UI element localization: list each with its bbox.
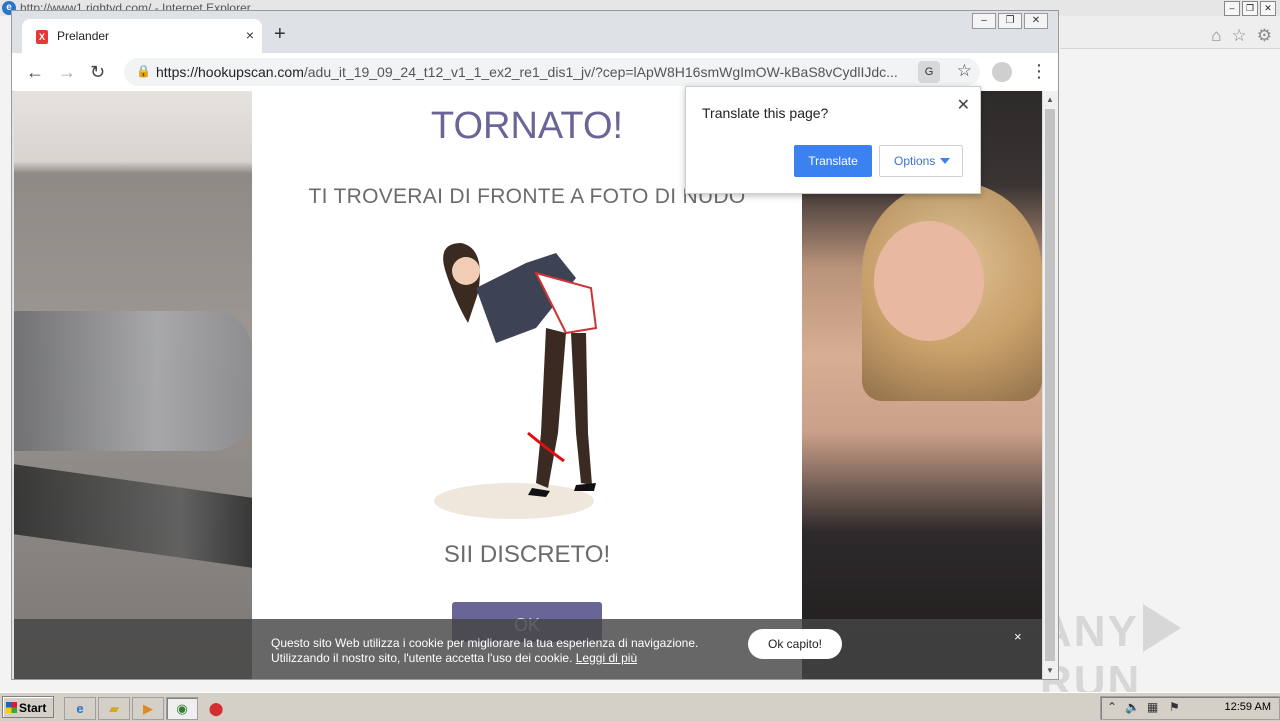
favorites-star-icon[interactable]: ☆	[1232, 26, 1247, 46]
cookie-close-icon[interactable]: ×	[1014, 629, 1022, 644]
scroll-thumb[interactable]	[1045, 109, 1055, 661]
action-center-flag-icon[interactable]: ⚑	[1169, 700, 1180, 714]
ie-window-controls: – ❐ ✕	[1224, 1, 1276, 16]
chrome-taskbar-icon[interactable]: ◉	[166, 697, 198, 720]
discreet-text: SII DISCRETO!	[443, 541, 611, 568]
vacuum-shape	[14, 311, 252, 451]
cookie-banner: Questo sito Web utilizza i cookie per mi…	[14, 619, 1042, 679]
cookie-line-2: Utilizzando il nostro sito, l'utente acc…	[271, 651, 573, 665]
translate-button[interactable]: Translate	[794, 145, 872, 177]
start-label: Start	[19, 701, 47, 715]
chrome-menu-icon[interactable]: ⋮	[1030, 61, 1048, 82]
tab-prelander[interactable]: X Prelander ×	[22, 19, 262, 53]
site-favicon-icon: X	[36, 30, 48, 44]
url-host: https://hookupscan.com	[156, 64, 304, 80]
taskbar: Start e ▰ ▶ ◉ ⬤ ⌃ 🔈 ▦ ⚑ 12:59 AM	[0, 692, 1280, 721]
url-text[interactable]: https://hookupscan.com/adu_it_19_09_24_t…	[156, 64, 912, 80]
leg-shape	[14, 464, 252, 568]
system-tray: ⌃ 🔈 ▦ ⚑ 12:59 AM	[1100, 696, 1280, 720]
cookie-line-1: Questo sito Web utilizza i cookie per mi…	[271, 636, 699, 650]
scroll-down-icon[interactable]: ▼	[1046, 666, 1054, 675]
clock[interactable]: 12:59 AM	[1225, 701, 1271, 713]
gear-icon[interactable]: ⚙	[1257, 26, 1272, 46]
tab-strip: X Prelander × + – ❐ ✕	[12, 11, 1058, 53]
ie-minimize-button[interactable]: –	[1224, 1, 1240, 16]
chrome-window-controls: – ❐ ✕	[972, 13, 1048, 29]
lock-icon[interactable]: 🔒	[136, 64, 151, 78]
scroll-up-icon[interactable]: ▲	[1046, 95, 1054, 104]
translate-options-button[interactable]: Options	[879, 145, 963, 177]
network-icon[interactable]: ▦	[1147, 700, 1158, 714]
volume-icon[interactable]: 🔈	[1125, 700, 1140, 714]
opera-taskbar-icon[interactable]: ⬤	[200, 697, 232, 720]
left-background-photo	[14, 91, 252, 679]
vertical-scrollbar[interactable]: ▲ ▼	[1042, 91, 1058, 679]
ie-maximize-button[interactable]: ❐	[1242, 1, 1258, 16]
folder-taskbar-icon[interactable]: ▰	[98, 697, 130, 720]
translate-question: Translate this page?	[702, 105, 829, 121]
ie-tool-icons: ⌂ ☆ ⚙	[1211, 26, 1272, 46]
tray-expand-icon[interactable]: ⌃	[1107, 700, 1117, 714]
start-button[interactable]: Start	[2, 696, 54, 718]
ie-taskbar-icon[interactable]: e	[64, 697, 96, 720]
address-bar[interactable]: 🔒 https://hookupscan.com/adu_it_19_09_24…	[124, 58, 980, 86]
options-label: Options	[894, 154, 936, 168]
new-tab-button[interactable]: +	[274, 23, 286, 46]
profile-avatar-icon[interactable]	[992, 62, 1012, 82]
chevron-down-icon	[940, 158, 950, 164]
face-shape	[874, 221, 984, 341]
back-button[interactable]: ←	[26, 62, 44, 83]
illustration-image	[434, 243, 598, 519]
chrome-minimize-button[interactable]: –	[972, 13, 996, 29]
translate-icon[interactable]: G	[918, 61, 940, 83]
chrome-restore-button[interactable]: ❐	[998, 13, 1022, 29]
ie-close-button[interactable]: ✕	[1260, 1, 1276, 16]
forward-button[interactable]: →	[58, 62, 76, 83]
reload-button[interactable]: ↻	[90, 62, 105, 83]
bookmark-star-icon[interactable]: ☆	[957, 61, 972, 81]
url-path: /adu_it_19_09_24_t12_v1_1_ex2_re1_dis1_j…	[303, 64, 898, 80]
translate-close-icon[interactable]: ✕	[957, 95, 970, 115]
translate-popup: Translate this page? ✕ Translate Options	[685, 86, 981, 194]
home-icon[interactable]: ⌂	[1211, 26, 1221, 46]
chrome-close-button[interactable]: ✕	[1024, 13, 1048, 29]
cookie-text: Questo sito Web utilizza i cookie per mi…	[271, 636, 731, 666]
cookie-accept-button[interactable]: Ok capito!	[748, 629, 842, 659]
tab-title: Prelander	[57, 29, 110, 43]
tab-close-icon[interactable]: ×	[246, 27, 254, 43]
media-player-taskbar-icon[interactable]: ▶	[132, 697, 164, 720]
cookie-read-more-link[interactable]: Leggi di più	[576, 651, 637, 665]
windows-logo-icon	[6, 702, 17, 713]
play-icon	[1142, 604, 1181, 652]
